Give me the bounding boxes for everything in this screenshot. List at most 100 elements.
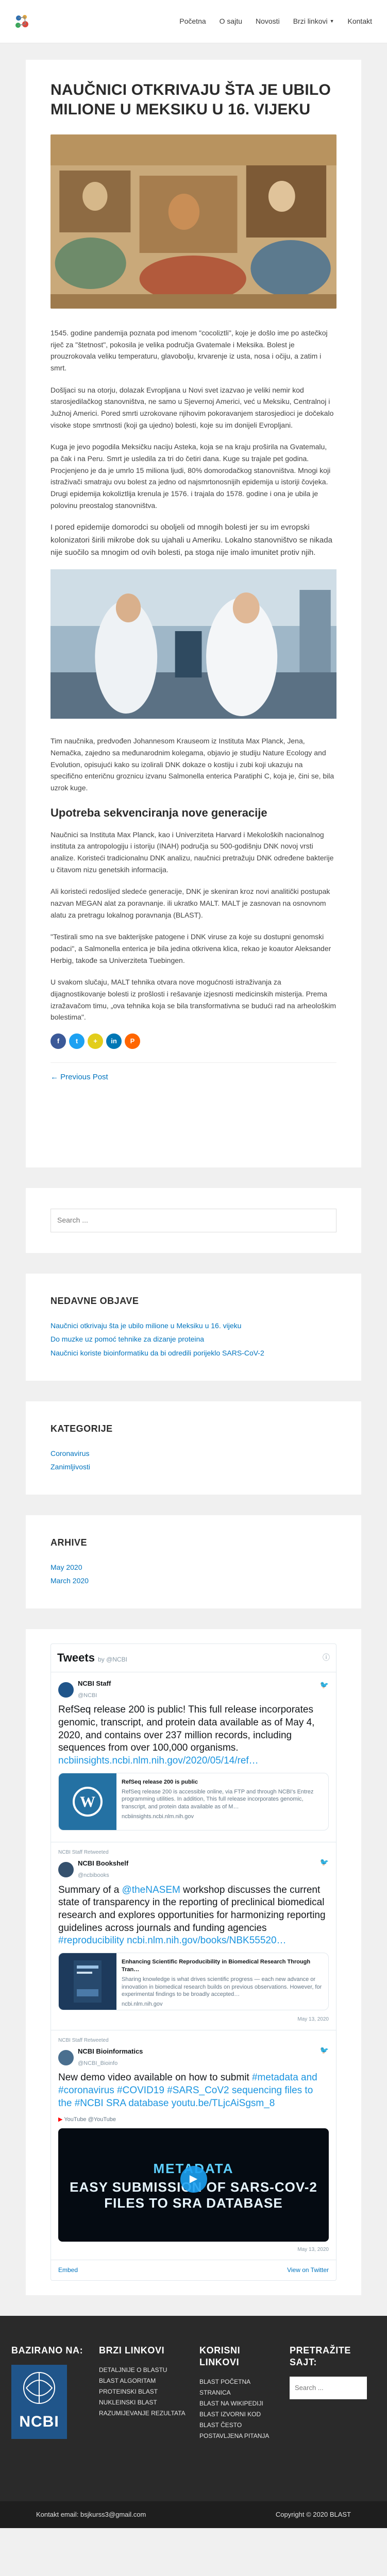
google-share-icon[interactable]: + <box>88 1033 103 1049</box>
article: NAUČNICI OTKRIVAJU ŠTA JE UBILO MILIONE … <box>26 60 361 1167</box>
contact-email: Kontakt email: bsjkurss3@gmail.com <box>36 2510 146 2518</box>
tweet-author[interactable]: NCBI Staff @NCBI <box>58 1679 329 1701</box>
section-heading: Upotreba sekvenciranja nove generacije <box>51 806 267 819</box>
footer-heading: BRZI LINKOVI <box>99 2345 165 2355</box>
paragraph-4: I pored epidemije domorodci su oboljeli … <box>51 523 332 557</box>
recent-post-link[interactable]: Naučnici koriste bioinformatiku da bi od… <box>51 1349 264 1357</box>
ncbi-logo[interactable]: NCBI <box>11 2365 67 2439</box>
tweet-link[interactable]: ncbi.nlm.nih.gov/books/NBK55520… <box>124 1935 286 1946</box>
category-link[interactable]: Coronavirus <box>51 1449 89 1458</box>
twitter-bird-icon: 🐦 <box>319 1857 329 1866</box>
footer-link[interactable]: PROTEINSKI BLAST <box>99 2386 189 2397</box>
archive-link[interactable]: May 2020 <box>51 1563 82 1571</box>
play-icon[interactable]: ▶ <box>180 2165 207 2193</box>
tweet-link-card[interactable]: Enhancing Scientific Reproducibility in … <box>58 1953 329 2011</box>
paragraph-3: Kuga je jevo pogodila Meksičku naciju As… <box>51 443 331 510</box>
nav-home[interactable]: Početna <box>173 16 212 27</box>
card-description: RefSeq release 200 is accessible online,… <box>122 1788 314 1810</box>
tweet-hashtag[interactable]: #reproducibility <box>58 1935 124 1946</box>
footer-link[interactable]: RAZUMIJEVANJE REZULTATA <box>99 2408 189 2419</box>
footer-link[interactable]: BLAST ALGORITAM <box>99 2376 189 2386</box>
tweet-mention[interactable]: @theNASEM <box>122 1885 180 1895</box>
tweet-date[interactable]: May 13, 2020 <box>58 2015 329 2024</box>
recent-posts-title: NEDAVNE OBJAVE <box>51 1296 139 1306</box>
share-buttons: f t + in P <box>51 1033 336 1049</box>
nav-contact[interactable]: Kontakt <box>341 16 379 27</box>
footer-link[interactable]: BLAST ČESTO POSTAVLJENA PITANJA <box>199 2420 279 2442</box>
footer-link[interactable]: BLAST POČETNA STRANICA <box>199 2377 279 2398</box>
facebook-share-icon[interactable]: f <box>51 1033 66 1049</box>
copyright: Copyright © 2020 BLAST <box>275 2510 351 2518</box>
recent-posts-widget: NEDAVNE OBJAVE Naučnici otkrivaju šta je… <box>26 1274 361 1381</box>
nav-about[interactable]: O sajtu <box>213 16 249 27</box>
embed-link[interactable]: Embed <box>58 2265 78 2275</box>
paragraph-1: 1545. godine pandemija poznata pod imeno… <box>51 329 328 372</box>
book-thumbnail <box>59 1953 116 2010</box>
nav-quick-links[interactable]: Brzi linkovi ▼ <box>287 16 341 27</box>
archive-link[interactable]: March 2020 <box>51 1577 89 1585</box>
site-footer: BAZIRANO NA: NCBI BRZI LINKOVI DETALJNIJ… <box>0 2315 387 2501</box>
footer-link[interactable]: BLAST NA WIKIPEDIJI <box>199 2398 279 2409</box>
twitter-header: Tweets by @NCBI ⓘ <box>51 1644 336 1672</box>
tweet-date[interactable]: May 13, 2020 <box>58 2246 329 2254</box>
tweet-user-name: NCBI Bioinformatics <box>78 2047 143 2056</box>
tweet-body: RefSeq release 200 is public! This full … <box>58 1704 315 1754</box>
twitter-title: Tweets <box>57 1651 95 1664</box>
lab-image <box>51 569 336 719</box>
twitter-share-icon[interactable]: t <box>69 1033 85 1049</box>
footer-col-based-on: BAZIRANO NA: NCBI <box>11 2345 89 2481</box>
twitter-footer: Embed View on Twitter <box>51 2260 336 2280</box>
footer-heading: BAZIRANO NA: <box>11 2345 83 2355</box>
retweet-label: NCBI Staff Retweeted <box>58 1849 109 1855</box>
info-icon[interactable]: ⓘ <box>323 1652 330 1664</box>
card-url: ncbiinsights.ncbi.nlm.nih.gov <box>122 1814 194 1820</box>
site-logo[interactable] <box>11 11 32 32</box>
twitter-bird-icon: 🐦 <box>319 2045 329 2054</box>
tweet[interactable]: 🐦 NCBI Staff @NCBI RefSeq release 200 is … <box>51 1672 336 1842</box>
tweet-handle: @NCBI_Bioinfo <box>78 2060 118 2067</box>
tweet[interactable]: NCBI Staff Retweeted 🐦 NCBI Bookshelf @nc… <box>51 1842 336 2030</box>
card-description: Sharing knowledge is what drives scienti… <box>122 1976 322 1998</box>
categories-title: KATEGORIJE <box>51 1423 113 1434</box>
twitter-timeline: Tweets by @NCBI ⓘ 🐦 NCBI Staff @NCBI RefS… <box>51 1643 336 2281</box>
pinterest-share-icon[interactable]: P <box>125 1033 140 1049</box>
paragraph-9: U svakom slučaju, MALT tehnika otvara no… <box>51 978 336 1022</box>
category-link[interactable]: Zanimljivosti <box>51 1463 90 1471</box>
nav-news[interactable]: Novosti <box>249 16 287 27</box>
tweet[interactable]: NCBI Staff Retweeted 🐦 NCBI Bioinformati… <box>51 2030 336 2261</box>
tweet-link-card[interactable]: W RefSeq release 200 is public RefSeq re… <box>58 1772 329 1831</box>
previous-post-link[interactable]: ← Previous Post <box>51 1073 108 1081</box>
search-widget: Search ... <box>26 1188 361 1253</box>
twitter-by[interactable]: by @NCBI <box>98 1656 127 1663</box>
search-input[interactable]: Search ... <box>51 1209 336 1232</box>
linkedin-share-icon[interactable]: in <box>106 1033 122 1049</box>
recent-post-link[interactable]: Naučnici otkrivaju šta je ubilo milione … <box>51 1321 241 1330</box>
twitter-bird-icon: 🐦 <box>319 1680 329 1689</box>
tweet-author[interactable]: NCBI Bookshelf @ncbibooks <box>58 1858 329 1880</box>
avatar <box>58 1861 74 1877</box>
footer-link[interactable]: DETALJNIJE O BLASTU <box>99 2365 189 2376</box>
main-nav: Početna O sajtu Novosti Brzi linkovi ▼ Ko… <box>173 16 379 27</box>
video-player[interactable]: METADATA EASY SUBMISSION OF SARS-COV-2 F… <box>58 2128 329 2242</box>
tweet-link[interactable]: ncbiinsights.ncbi.nlm.nih.gov/2020/05/14… <box>58 1755 259 1766</box>
site-header: Početna O sajtu Novosti Brzi linkovi ▼ Ko… <box>0 0 387 43</box>
tweet-author[interactable]: NCBI Bioinformatics @NCBI_Bioinfo <box>58 2046 329 2069</box>
footer-col-search: PRETRAŽITE SAJT: Search ... <box>290 2345 372 2481</box>
footer-link[interactable]: NUKLEINSKI BLAST <box>99 2397 189 2408</box>
nav-quick-links-label: Brzi linkovi <box>293 16 328 25</box>
footer-link[interactable]: BLAST IZVORNI KOD <box>199 2409 279 2420</box>
tweet-user-name: NCBI Bookshelf <box>78 1859 129 1868</box>
ncbi-emblem-icon <box>23 2372 55 2404</box>
lab-scientists-photo <box>51 569 336 719</box>
svg-text:W: W <box>80 1793 95 1810</box>
card-url: ncbi.nlm.nih.gov <box>122 2001 163 2008</box>
book-cover-icon <box>74 1960 102 2003</box>
paragraph-5: Tim naučnika, predvođen Johannesom Kraus… <box>51 737 334 792</box>
footer-search-input[interactable]: Search ... <box>290 2377 367 2400</box>
paragraph-6: Naučnici sa Instituta Max Planck, kao i … <box>51 830 334 874</box>
chevron-down-icon: ▼ <box>329 18 334 24</box>
youtube-label: ▶ YouTube @YouTube <box>58 2115 329 2124</box>
view-on-twitter-link[interactable]: View on Twitter <box>287 2265 329 2275</box>
wordpress-icon: W <box>73 1786 103 1817</box>
recent-post-link[interactable]: Do muzke uz pomoć tehnike za dizanje pro… <box>51 1335 204 1343</box>
